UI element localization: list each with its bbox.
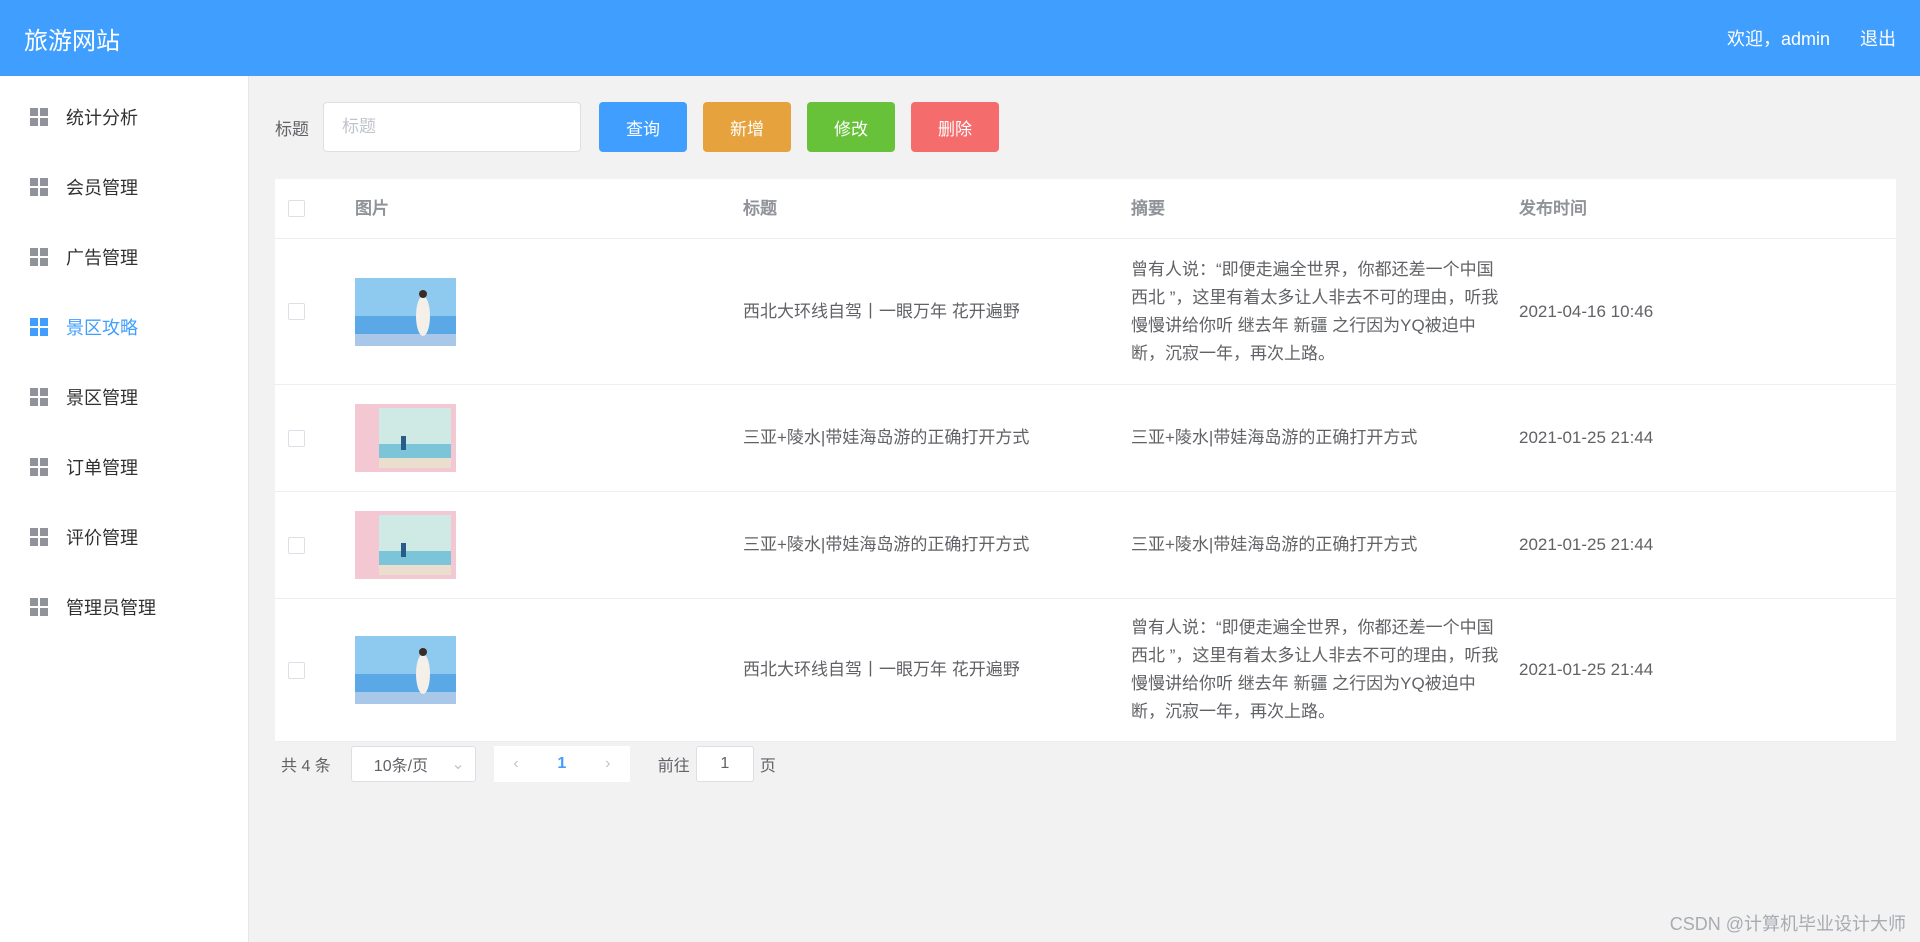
row-title: 西北大环线自驾丨一眼万年 花开遍野 <box>743 660 1020 679</box>
grid-icon <box>30 248 48 266</box>
grid-icon <box>30 598 48 616</box>
beach-photo-thumbnail <box>355 277 456 346</box>
row-publish-time: 2021-04-16 10:46 <box>1519 301 1654 321</box>
row-checkbox[interactable] <box>288 661 305 679</box>
page-size-value: 10条/页 <box>373 758 429 775</box>
row-publish-time: 2021-01-25 21:44 <box>1519 428 1654 447</box>
csdn-watermark: CSDN @计算机毕业设计大师 <box>1669 914 1906 934</box>
sidebar-item-admins[interactable]: 管理员管理 <box>0 572 248 642</box>
page-size-select[interactable]: 10条/页 ⌄ <box>350 746 476 782</box>
sidebar-item-label: 统计分析 <box>66 108 138 128</box>
column-header-publish-time: 发布时间 <box>1519 198 1587 218</box>
sidebar-item-orders[interactable]: 订单管理 <box>0 432 248 502</box>
goto-page-input[interactable] <box>695 746 754 782</box>
sanya-photo-thumbnail <box>355 404 456 472</box>
sidebar-item-members[interactable]: 会员管理 <box>0 152 248 222</box>
search-toolbar: 标题 查询 新增 修改 删除 <box>275 102 999 152</box>
prev-page-icon[interactable]: ‹ <box>513 755 518 773</box>
row-publish-time: 2021-01-25 21:44 <box>1519 660 1654 679</box>
row-publish-time: 2021-01-25 21:44 <box>1519 535 1654 554</box>
sidebar-item-ads[interactable]: 广告管理 <box>0 222 248 292</box>
table-header-row: 图片 标题 摘要 发布时间 <box>275 179 1896 239</box>
page-buttons: ‹ 1 › <box>493 746 630 782</box>
sidebar-item-scenic[interactable]: 景区管理 <box>0 362 248 432</box>
row-summary: 三亚+陵水|带娃海岛游的正确打开方式 <box>1131 535 1418 554</box>
row-checkbox[interactable] <box>288 303 305 320</box>
title-search-input[interactable] <box>323 102 581 152</box>
site-brand[interactable]: 旅游网站 <box>24 21 120 56</box>
chevron-down-icon: ⌄ <box>451 756 465 773</box>
sidebar-item-reviews[interactable]: 评价管理 <box>0 502 248 572</box>
grid-icon <box>30 528 48 546</box>
row-checkbox[interactable] <box>288 429 305 447</box>
sidebar-item-label: 管理员管理 <box>66 598 156 618</box>
row-summary: 三亚+陵水|带娃海岛游的正确打开方式 <box>1131 428 1418 447</box>
row-checkbox[interactable] <box>288 536 305 554</box>
sidebar-item-label: 景区管理 <box>66 388 138 408</box>
table-row[interactable]: 三亚+陵水|带娃海岛游的正确打开方式 三亚+陵水|带娃海岛游的正确打开方式 20… <box>275 385 1896 492</box>
grid-icon <box>30 318 48 336</box>
sidebar-item-label: 会员管理 <box>66 178 138 198</box>
sanya-photo-thumbnail <box>355 511 456 579</box>
title-filter-label: 标题 <box>275 119 309 139</box>
header-user-area: 欢迎，admin 退出 <box>1727 25 1896 51</box>
column-header-image: 图片 <box>355 198 389 218</box>
total-count: 共 4 条 <box>281 758 331 775</box>
add-button[interactable]: 新增 <box>703 102 791 152</box>
sidebar-item-label: 景区攻略 <box>66 318 138 338</box>
beach-photo-thumbnail <box>355 636 456 704</box>
logout-link[interactable]: 退出 <box>1860 25 1896 51</box>
row-summary: 曾有人说：“即便走遍全世界，你都还差一个中国 西北 ”，这里有着太多让人非去不可… <box>1131 618 1499 721</box>
row-title: 三亚+陵水|带娃海岛游的正确打开方式 <box>743 535 1030 554</box>
grid-icon <box>30 108 48 126</box>
table-row[interactable]: 西北大环线自驾丨一眼万年 花开遍野 曾有人说：“即便走遍全世界，你都还差一个中国… <box>275 599 1896 742</box>
sidebar-item-guides[interactable]: 景区攻略 <box>0 292 248 362</box>
grid-icon <box>30 178 48 196</box>
select-all-checkbox[interactable] <box>288 200 305 217</box>
row-summary: 曾有人说：“即便走遍全世界，你都还差一个中国 西北 ”，这里有着太多让人非去不可… <box>1131 259 1499 363</box>
delete-button[interactable]: 删除 <box>911 102 999 152</box>
guides-table: 图片 标题 摘要 发布时间 西北大环线自驾丨一眼万年 花开遍野 曾有人说：“即便… <box>275 179 1896 742</box>
edit-button[interactable]: 修改 <box>807 102 895 152</box>
sidebar-item-label: 订单管理 <box>66 458 138 478</box>
table-row[interactable]: 西北大环线自驾丨一眼万年 花开遍野 曾有人说：“即便走遍全世界，你都还差一个中国… <box>275 239 1896 385</box>
column-header-summary: 摘要 <box>1131 198 1165 218</box>
page-number-current[interactable]: 1 <box>557 755 566 773</box>
query-button[interactable]: 查询 <box>599 102 687 152</box>
next-page-icon[interactable]: › <box>605 755 610 773</box>
sidebar-item-label: 评价管理 <box>66 528 138 548</box>
main-content: 标题 查询 新增 修改 删除 图片 标题 摘要 发布时间 <box>250 76 1920 942</box>
pagination: 共 4 条 10条/页 ⌄ ‹ 1 › 前往 页 <box>275 746 776 782</box>
grid-icon <box>30 458 48 476</box>
grid-icon <box>30 388 48 406</box>
column-header-title: 标题 <box>743 198 777 218</box>
row-title: 三亚+陵水|带娃海岛游的正确打开方式 <box>743 428 1030 447</box>
sidebar-item-label: 广告管理 <box>66 248 138 268</box>
goto-label: 前往 <box>657 758 690 775</box>
top-header: 旅游网站 欢迎，admin 退出 <box>0 0 1920 76</box>
row-title: 西北大环线自驾丨一眼万年 花开遍野 <box>743 301 1020 321</box>
welcome-text: 欢迎，admin <box>1726 29 1830 49</box>
table-row[interactable]: 三亚+陵水|带娃海岛游的正确打开方式 三亚+陵水|带娃海岛游的正确打开方式 20… <box>275 492 1896 599</box>
sidebar-item-statistics[interactable]: 统计分析 <box>0 82 248 152</box>
page-suffix: 页 <box>759 758 776 775</box>
sidebar-menu: 统计分析 会员管理 广告管理 景区攻略 景区管理 订单管理 评价管理 管理员管理 <box>0 76 249 942</box>
